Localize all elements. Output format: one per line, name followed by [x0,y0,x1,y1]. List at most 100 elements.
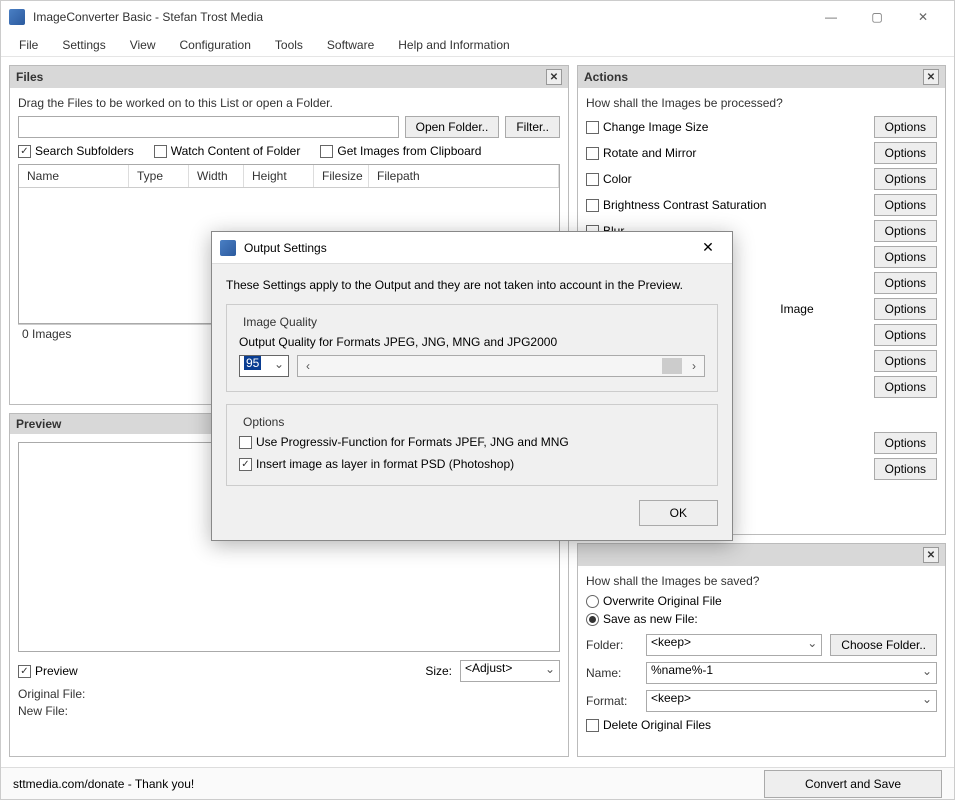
actions-hint: How shall the Images be processed? [586,96,937,110]
quality-scrollbar[interactable]: ‹ › [297,355,705,377]
main-window: ImageConverter Basic - Stefan Trost Medi… [0,0,955,800]
actions-header: Actions ✕ [578,66,945,88]
options-button[interactable]: Options [874,116,937,138]
col-filesize[interactable]: Filesize [314,165,369,187]
scroll-right-icon[interactable]: › [684,356,704,376]
action-row: Rotate and Mirror Options [586,142,937,164]
path-row: Open Folder.. Filter.. [18,116,560,138]
options-button[interactable]: Options [874,324,937,346]
original-file-label: Original File: [18,686,560,703]
size-select[interactable]: <Adjust> [460,660,560,682]
dialog-close-button[interactable]: ✕ [692,232,724,264]
menu-tools[interactable]: Tools [265,36,313,54]
window-controls: — ▢ ✕ [808,1,946,33]
col-type[interactable]: Type [129,165,189,187]
app-icon [9,9,25,25]
quality-row: 95 ‹ › [239,355,705,377]
preview-title: Preview [16,417,61,431]
options-button[interactable]: Options [874,272,937,294]
options-button[interactable]: Options [874,142,937,164]
name-row: Name: %name%-1 [586,662,937,684]
col-height[interactable]: Height [244,165,314,187]
donate-link[interactable]: sttmedia.com/donate - Thank you! [13,777,194,791]
maximize-button[interactable]: ▢ [854,1,900,33]
save-panel: ✕ How shall the Images be saved? Overwri… [577,543,946,757]
options-button[interactable]: Options [874,168,937,190]
dialog-titlebar: Output Settings ✕ [212,232,732,264]
menu-software[interactable]: Software [317,36,384,54]
footer: sttmedia.com/donate - Thank you! Convert… [1,767,954,799]
actions-close-icon[interactable]: ✕ [923,69,939,85]
options-button[interactable]: Options [874,350,937,372]
quality-legend: Image Quality [239,315,321,329]
save-hint: How shall the Images be saved? [586,574,937,588]
minimize-button[interactable]: — [808,1,854,33]
folder-label: Folder: [586,638,638,652]
menu-file[interactable]: File [9,36,48,54]
chk-subfolders[interactable]: ✓Search Subfolders [18,144,134,158]
chk-brightness[interactable]: Brightness Contrast Saturation [586,198,766,212]
chk-clipboard[interactable]: Get Images from Clipboard [320,144,481,158]
save-close-icon[interactable]: ✕ [923,547,939,563]
col-name[interactable]: Name [19,165,129,187]
menu-view[interactable]: View [120,36,166,54]
scroll-left-icon[interactable]: ‹ [298,356,318,376]
options-legend: Options [239,415,288,429]
filter-button[interactable]: Filter.. [505,116,560,138]
preview-footer: ✓Preview Size: <Adjust> [18,660,560,682]
name-select[interactable]: %name%-1 [646,662,937,684]
options-button[interactable]: Options [874,194,937,216]
col-width[interactable]: Width [189,165,244,187]
chk-delete-original[interactable]: Delete Original Files [586,718,937,732]
menu-settings[interactable]: Settings [52,36,115,54]
ok-button[interactable]: OK [639,500,718,526]
chk-preview[interactable]: ✓Preview [18,664,78,678]
chk-watch[interactable]: Watch Content of Folder [154,144,301,158]
chk-resize[interactable]: Change Image Size [586,120,708,134]
options-button[interactable]: Options [874,220,937,242]
format-label: Format: [586,694,638,708]
files-title: Files [16,70,43,84]
chk-psd-layer[interactable]: ✓Insert image as layer in format PSD (Ph… [239,457,705,471]
dialog-intro: These Settings apply to the Output and t… [226,278,718,292]
action-row: Brightness Contrast Saturation Options [586,194,937,216]
window-title: ImageConverter Basic - Stefan Trost Medi… [33,10,808,24]
files-close-icon[interactable]: ✕ [546,69,562,85]
quality-fieldset: Image Quality Output Quality for Formats… [226,304,718,392]
radio-overwrite[interactable]: Overwrite Original File [586,594,937,608]
new-file-label: New File: [18,703,560,720]
options-fieldset: Options Use Progressiv-Function for Form… [226,404,718,486]
convert-save-button[interactable]: Convert and Save [764,770,942,798]
menu-help[interactable]: Help and Information [388,36,519,54]
menubar: File Settings View Configuration Tools S… [1,33,954,57]
radio-savenew[interactable]: Save as new File: [586,612,937,626]
dialog-body: These Settings apply to the Output and t… [212,264,732,500]
open-folder-button[interactable]: Open Folder.. [405,116,500,138]
chk-color[interactable]: Color [586,172,632,186]
folder-path-input[interactable] [18,116,399,138]
format-select[interactable]: <keep> [646,690,937,712]
dialog-icon [220,240,236,256]
options-button[interactable]: Options [874,432,937,454]
options-button[interactable]: Options [874,246,937,268]
scroll-thumb[interactable] [662,358,682,374]
menu-configuration[interactable]: Configuration [170,36,261,54]
table-header: Name Type Width Height Filesize Filepath [19,165,559,188]
action-row: Change Image Size Options [586,116,937,138]
quality-hint: Output Quality for Formats JPEG, JNG, MN… [239,335,705,349]
files-hint: Drag the Files to be worked on to this L… [18,96,560,110]
options-button[interactable]: Options [874,298,937,320]
action-row: Color Options [586,168,937,190]
titlebar: ImageConverter Basic - Stefan Trost Medi… [1,1,954,33]
col-filepath[interactable]: Filepath [369,165,559,187]
chk-progressive[interactable]: Use Progressiv-Function for Formats JPEF… [239,435,705,449]
chk-rotate[interactable]: Rotate and Mirror [586,146,696,160]
folder-select[interactable]: <keep> [646,634,822,656]
close-button[interactable]: ✕ [900,1,946,33]
options-button[interactable]: Options [874,376,937,398]
choose-folder-button[interactable]: Choose Folder.. [830,634,937,656]
quality-value-input[interactable]: 95 [239,355,289,377]
dialog-footer: OK [212,500,732,540]
files-header: Files ✕ [10,66,568,88]
options-button[interactable]: Options [874,458,937,480]
